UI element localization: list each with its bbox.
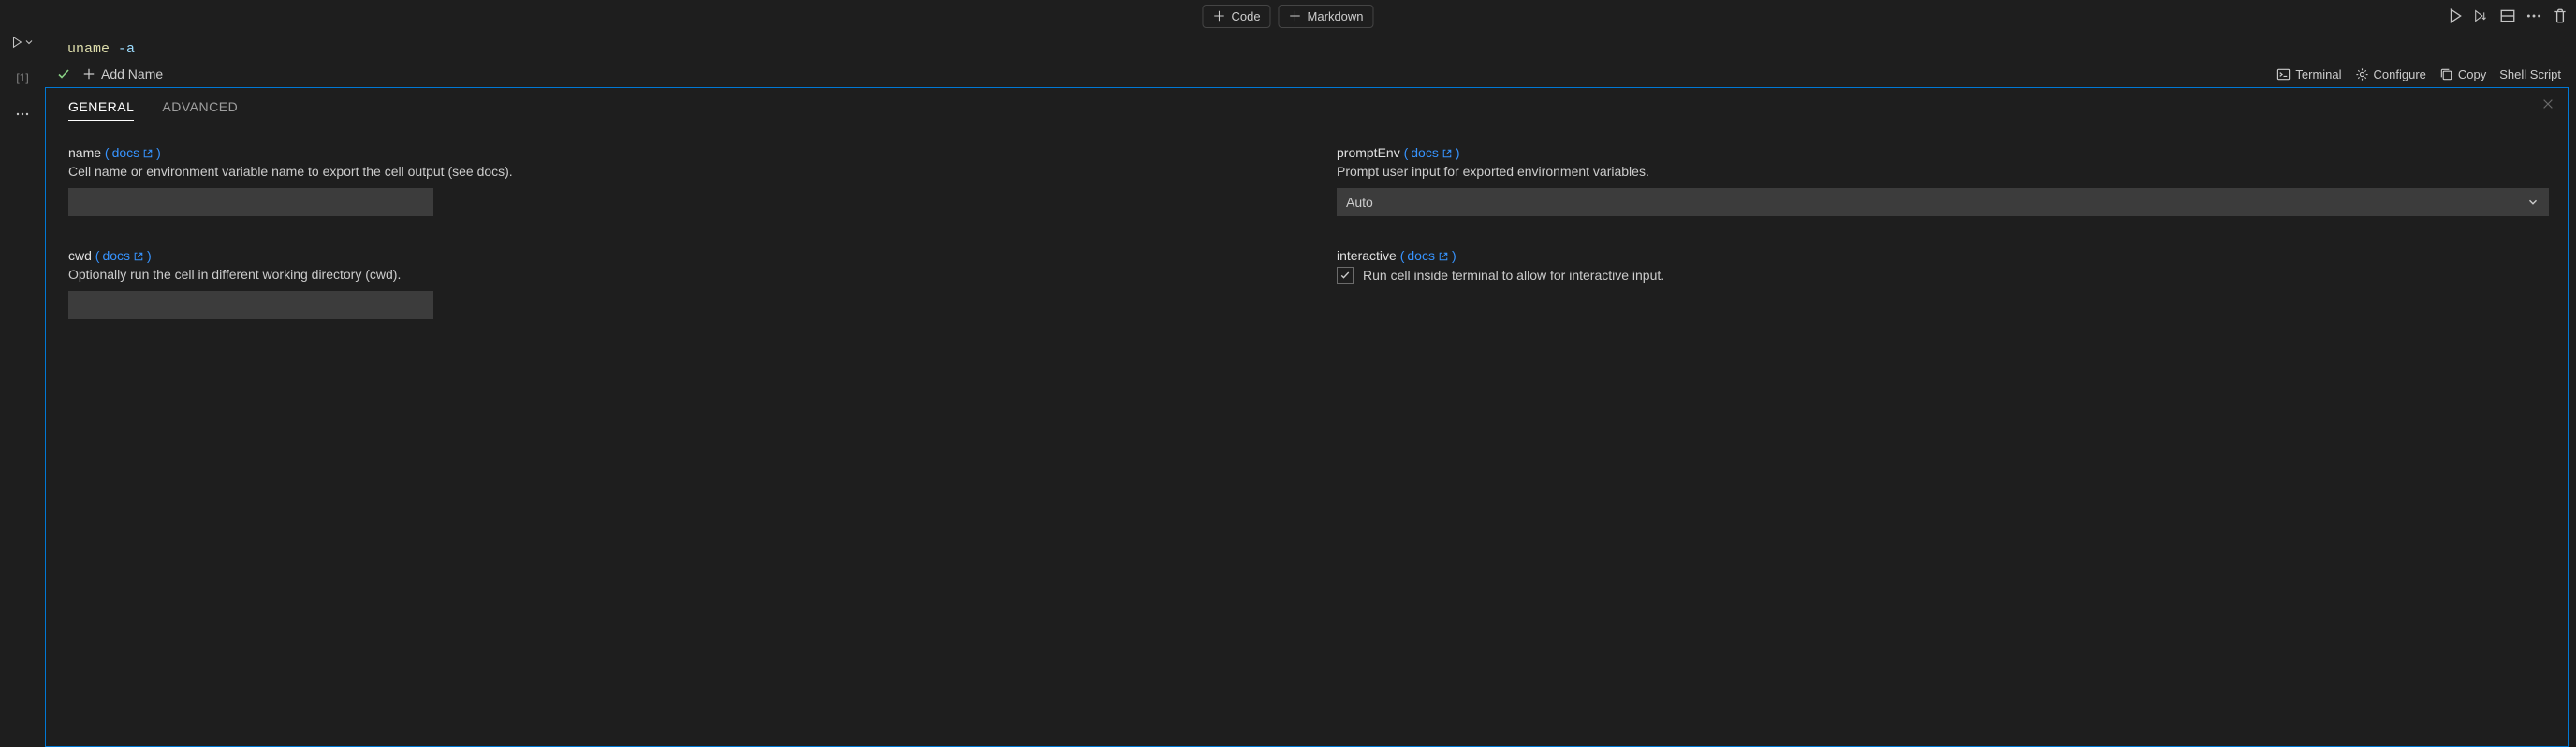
- execute-cell-button[interactable]: [2447, 7, 2464, 24]
- execution-count: [1]: [16, 71, 28, 84]
- field-interactive-docs-link[interactable]: (docs ): [1400, 248, 1456, 263]
- interactive-checkbox[interactable]: [1337, 267, 1354, 284]
- external-link-icon: [142, 148, 154, 159]
- terminal-icon: [2276, 67, 2291, 81]
- add-name-label: Add Name: [101, 66, 163, 81]
- field-promptenv: promptEnv (docs ) Prompt user input for …: [1337, 145, 2549, 216]
- field-name-docs-link[interactable]: (docs ): [105, 145, 161, 160]
- gear-icon: [2355, 67, 2369, 81]
- run-cell-button[interactable]: [10, 36, 35, 49]
- cell-gutter: [1]: [0, 32, 45, 747]
- cell-status-bar: Add Name Terminal Configure Copy: [45, 63, 2569, 87]
- add-code-cell-label: Code: [1231, 9, 1260, 23]
- field-cwd-docs-link[interactable]: (docs ): [95, 248, 152, 263]
- cell-config-panel: GENERAL ADVANCED name (docs ) Cell name …: [45, 87, 2569, 747]
- field-cwd: cwd (docs ) Optionally run the cell in d…: [68, 248, 1281, 319]
- plus-icon: [1212, 9, 1225, 22]
- code-token-flag: a: [126, 41, 135, 57]
- chevron-down-icon: [23, 37, 35, 48]
- field-cwd-label: cwd: [68, 248, 92, 263]
- code-token-command: uname: [67, 41, 110, 57]
- delete-cell-button[interactable]: [2552, 7, 2569, 24]
- language-label[interactable]: Shell Script: [2499, 67, 2561, 81]
- split-cell-button[interactable]: [2499, 7, 2516, 24]
- close-icon: [2541, 97, 2554, 110]
- notebook-toolbar: Code Markdown: [0, 0, 2576, 32]
- plus-icon: [1289, 9, 1302, 22]
- add-code-cell-button[interactable]: Code: [1202, 5, 1270, 28]
- cell-code[interactable]: uname -a: [45, 32, 2569, 63]
- success-icon: [56, 66, 71, 81]
- external-link-icon: [1438, 251, 1449, 262]
- field-interactive: interactive (docs ) Run cell inside term…: [1337, 248, 2549, 319]
- more-actions-button[interactable]: [2525, 7, 2542, 24]
- close-panel-button[interactable]: [2541, 97, 2554, 110]
- field-name: name (docs ) Cell name or environment va…: [68, 145, 1281, 216]
- copy-button[interactable]: Copy: [2439, 67, 2486, 81]
- field-name-desc: Cell name or environment variable name t…: [68, 164, 1281, 179]
- add-markdown-cell-label: Markdown: [1308, 9, 1364, 23]
- promptenv-select[interactable]: Auto: [1337, 188, 2549, 216]
- add-markdown-cell-button[interactable]: Markdown: [1279, 5, 1374, 28]
- field-promptenv-docs-link[interactable]: (docs ): [1404, 145, 1460, 160]
- code-token-flag-prefix: -: [110, 41, 126, 57]
- open-terminal-button[interactable]: Terminal: [2276, 67, 2341, 81]
- tab-general[interactable]: GENERAL: [68, 99, 134, 121]
- cwd-input[interactable]: [68, 291, 433, 319]
- configure-button[interactable]: Configure: [2355, 67, 2426, 81]
- field-promptenv-label: promptEnv: [1337, 145, 1400, 160]
- field-name-label: name: [68, 145, 101, 160]
- external-link-icon: [1442, 148, 1453, 159]
- add-name-button[interactable]: Add Name: [82, 66, 163, 81]
- config-tabs: GENERAL ADVANCED: [65, 99, 2549, 121]
- field-cwd-desc: Optionally run the cell in different wor…: [68, 267, 1281, 282]
- tab-advanced[interactable]: ADVANCED: [162, 99, 238, 121]
- plus-icon: [82, 67, 95, 81]
- copy-icon: [2439, 67, 2453, 81]
- field-interactive-label: interactive: [1337, 248, 1397, 263]
- promptenv-select-value: Auto: [1346, 195, 1373, 210]
- interactive-checkbox-label: Run cell inside terminal to allow for in…: [1363, 268, 1664, 283]
- chevron-down-icon: [2526, 196, 2539, 209]
- execute-cell-and-below-button[interactable]: [2473, 7, 2490, 24]
- field-promptenv-desc: Prompt user input for exported environme…: [1337, 164, 2549, 179]
- cell-more-button[interactable]: [15, 107, 30, 122]
- external-link-icon: [133, 251, 144, 262]
- check-icon: [1339, 270, 1351, 281]
- name-input[interactable]: [68, 188, 433, 216]
